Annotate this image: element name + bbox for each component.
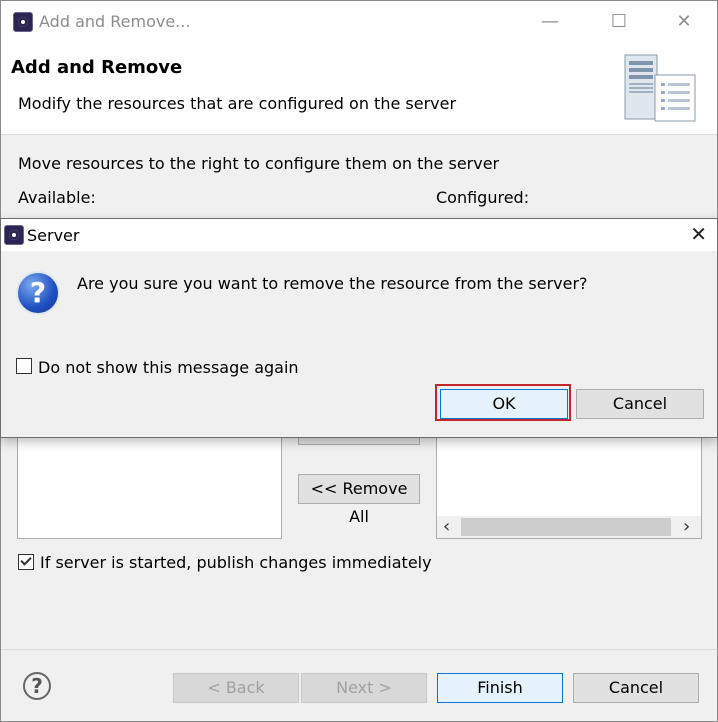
dialog-titlebar: Server ✕ bbox=[1, 219, 717, 251]
window-title: Add and Remove... bbox=[39, 12, 191, 31]
footer-divider bbox=[1, 649, 717, 650]
dialog-title: Server bbox=[27, 226, 80, 245]
cancel-button[interactable]: Cancel bbox=[573, 673, 699, 703]
scroll-left-arrow-icon[interactable]: ‹ bbox=[443, 516, 450, 538]
available-label: Available: bbox=[18, 188, 96, 207]
checkmark-icon bbox=[20, 554, 32, 566]
publish-checkbox[interactable] bbox=[18, 554, 34, 570]
next-button[interactable]: Next > bbox=[301, 673, 427, 703]
window-titlebar: Add and Remove... — ☐ ✕ bbox=[1, 1, 717, 43]
minimize-button[interactable]: — bbox=[527, 7, 573, 37]
back-button[interactable]: < Back bbox=[173, 673, 299, 703]
question-icon: ? bbox=[16, 271, 60, 315]
close-button[interactable]: ✕ bbox=[661, 7, 707, 37]
ok-button-highlight bbox=[435, 384, 571, 421]
dialog-message: Are you sure you want to remove the reso… bbox=[77, 274, 588, 293]
dialog-cancel-button[interactable]: Cancel bbox=[576, 389, 704, 419]
page-subtitle: Modify the resources that are configured… bbox=[18, 94, 457, 113]
server-confirm-dialog: Server ✕ ? Are you sure you want to remo… bbox=[0, 218, 718, 438]
dialog-close-icon[interactable]: ✕ bbox=[690, 222, 707, 246]
configured-label: Configured: bbox=[436, 188, 530, 207]
scrollbar-thumb[interactable] bbox=[461, 518, 671, 536]
server-banner-icon bbox=[624, 54, 696, 122]
dont-show-again-label[interactable]: Do not show this message again bbox=[38, 358, 299, 377]
eclipse-app-icon bbox=[13, 12, 33, 32]
wizard-header: Add and Remove Modify the resources that… bbox=[1, 43, 717, 135]
maximize-button[interactable]: ☐ bbox=[596, 7, 642, 37]
eclipse-dialog-icon bbox=[4, 225, 24, 245]
publish-checkbox-label[interactable]: If server is started, publish changes im… bbox=[40, 553, 432, 572]
help-icon[interactable]: ? bbox=[23, 672, 51, 700]
remove-all-button[interactable]: << Remove All bbox=[298, 474, 420, 526]
dont-show-again-checkbox[interactable] bbox=[16, 358, 32, 374]
finish-button[interactable]: Finish bbox=[437, 673, 563, 703]
instruction-text: Move resources to the right to configure… bbox=[18, 154, 500, 173]
scroll-right-arrow-icon[interactable]: › bbox=[683, 516, 690, 538]
configured-horizontal-scrollbar[interactable]: ‹ › bbox=[437, 516, 701, 538]
page-title: Add and Remove bbox=[11, 57, 183, 78]
